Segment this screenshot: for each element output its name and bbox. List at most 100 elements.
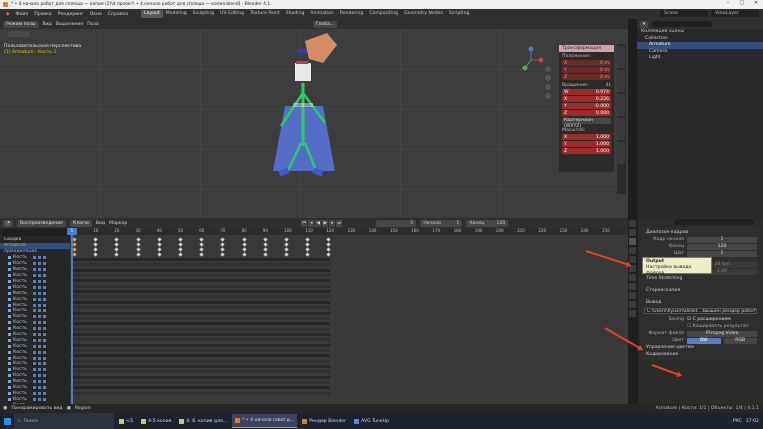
- keyframe[interactable]: [220, 237, 226, 242]
- keyframe[interactable]: [199, 247, 204, 252]
- menu-window[interactable]: Окно: [87, 12, 105, 17]
- keyframe-track[interactable]: [70, 354, 330, 358]
- scale-x-field[interactable]: X 1.000: [562, 134, 611, 140]
- taskbar-app[interactable]: 4-5 копия: [138, 414, 174, 428]
- sidebar-tab-extra[interactable]: [617, 118, 625, 140]
- keyframe[interactable]: [114, 247, 120, 252]
- tab-geometry-nodes[interactable]: Geometry Nodes: [401, 10, 446, 18]
- rotation-y-field[interactable]: Y -0.000: [562, 103, 611, 109]
- keyframe[interactable]: [326, 247, 332, 252]
- scene-selector[interactable]: Scene: [660, 10, 708, 17]
- tab-scripting[interactable]: Scripting: [446, 10, 472, 18]
- keyframe[interactable]: [72, 247, 77, 252]
- frame-range-title[interactable]: Диапазон кадров: [644, 229, 757, 236]
- data-tab-icon[interactable]: [629, 310, 636, 317]
- close-button[interactable]: ✕: [749, 0, 763, 6]
- keyframe-track[interactable]: [70, 391, 330, 395]
- view-layer-tab-icon[interactable]: [629, 247, 636, 254]
- timeline-menu-keys[interactable]: Ключи: [70, 219, 92, 227]
- cache-result-checkbox[interactable]: ☐ Кэшировать результат: [687, 324, 748, 329]
- maximize-button[interactable]: □: [735, 0, 749, 6]
- pan-icon[interactable]: [545, 75, 551, 81]
- keyframe-track[interactable]: [70, 279, 330, 283]
- channel-search-input[interactable]: [2, 229, 68, 236]
- keyframe-track[interactable]: [70, 290, 330, 294]
- rotation-mode-dropdown[interactable]: Кватернион (WXYZ): [562, 118, 611, 129]
- timeline-menu-playback[interactable]: Воспроизведение: [17, 219, 67, 227]
- keyframe[interactable]: [305, 237, 310, 242]
- output-path-input[interactable]: C:\Users\Ilyusm\Deskt...звышен рендер ро…: [644, 308, 757, 314]
- keyframe-track[interactable]: [70, 381, 330, 385]
- keyframe[interactable]: [199, 242, 204, 247]
- menu-help[interactable]: Справка: [105, 12, 131, 17]
- keyframe[interactable]: [305, 242, 310, 247]
- taskbar-app[interactable]: Рендер Blender: [299, 414, 349, 428]
- scale-z-field[interactable]: Z 1.000: [562, 148, 611, 154]
- render-tab-icon[interactable]: [629, 229, 636, 236]
- playhead-frame-label[interactable]: 1: [67, 228, 77, 235]
- keyframe[interactable]: [263, 252, 268, 257]
- outliner-search-input[interactable]: [652, 21, 713, 27]
- keyframe-track[interactable]: [70, 348, 330, 352]
- keyframe-track[interactable]: [70, 338, 330, 342]
- keyframe[interactable]: [157, 242, 162, 247]
- keyframe[interactable]: [263, 242, 268, 247]
- keyframe-track[interactable]: [70, 311, 330, 315]
- keyframe[interactable]: [72, 252, 77, 257]
- keyframe[interactable]: [220, 252, 226, 257]
- frame-end-field[interactable]: Конец 120: [466, 219, 509, 227]
- output-tab-icon[interactable]: [629, 238, 636, 245]
- keyframe[interactable]: [326, 242, 332, 247]
- keyframe[interactable]: [157, 247, 162, 252]
- tray-clock[interactable]: 17:02: [746, 419, 759, 424]
- keyframe[interactable]: [220, 247, 226, 252]
- outliner-display-mode[interactable]: ▾: [640, 20, 649, 28]
- keyframe[interactable]: [326, 237, 332, 242]
- keyframe[interactable]: [114, 252, 120, 257]
- sidebar-tab-view[interactable]: [617, 94, 625, 116]
- output-title[interactable]: Вывод: [644, 299, 757, 306]
- sidebar-tab-extra-2[interactable]: [617, 142, 625, 164]
- navigation-gizmo[interactable]: [517, 46, 545, 74]
- rotation-w-field[interactable]: W 0.974: [562, 89, 611, 95]
- keyframe[interactable]: [93, 242, 98, 247]
- viewport-menu-select[interactable]: Выделение: [56, 22, 83, 27]
- prev-key-button[interactable]: ◂: [308, 219, 315, 227]
- tab-layout[interactable]: Layout: [141, 10, 163, 18]
- keyframe-track[interactable]: [70, 258, 330, 261]
- stereoscopy-title[interactable]: Стереоскопия: [644, 287, 757, 294]
- tab-compositing[interactable]: Compositing: [366, 10, 401, 18]
- keyframe[interactable]: [199, 237, 204, 242]
- timeline-menu-marker[interactable]: Маркер: [109, 221, 127, 226]
- keyframe-track[interactable]: [70, 284, 330, 288]
- keyframe-track[interactable]: [70, 263, 330, 267]
- mode-selector[interactable]: Режим позы: [3, 20, 39, 28]
- menu-file[interactable]: Файл: [13, 12, 32, 17]
- keyframe-track[interactable]: [70, 322, 330, 326]
- tab-animation[interactable]: Animation: [307, 10, 336, 18]
- file-extensions-checkbox[interactable]: ☑ С расширением: [687, 317, 731, 322]
- tab-uv-editing[interactable]: UV Editing: [217, 10, 247, 18]
- keyframe[interactable]: [178, 252, 183, 257]
- keyframe-track[interactable]: [70, 359, 330, 363]
- taskbar-search[interactable]: ⌕ Поиск: [14, 413, 114, 429]
- keyframe[interactable]: [114, 242, 120, 247]
- taskbar-app-blender[interactable]: * • 4 начало robot д...: [232, 414, 298, 428]
- keyframe[interactable]: [284, 247, 289, 252]
- keyframe-track[interactable]: [70, 268, 330, 272]
- keyframe[interactable]: [135, 252, 141, 257]
- dopesheet-area[interactable]: [70, 228, 628, 404]
- viewport-menu-view[interactable]: Вид: [43, 22, 52, 27]
- encoding-title[interactable]: Кодирование: [644, 351, 757, 358]
- start-button[interactable]: [0, 413, 14, 429]
- color-rgb-button[interactable]: RGB: [723, 337, 757, 344]
- sidebar-tab-tool[interactable]: [617, 70, 625, 92]
- robot-armature-model[interactable]: [265, 31, 345, 191]
- keyframe[interactable]: [284, 252, 289, 257]
- menu-render[interactable]: Рендеринг: [55, 12, 87, 17]
- playhead[interactable]: [71, 228, 73, 404]
- keyframe[interactable]: [178, 242, 183, 247]
- scale-y-field[interactable]: Y 1.000: [562, 141, 611, 147]
- zoom-icon[interactable]: [545, 66, 551, 72]
- play-button[interactable]: ▶: [322, 219, 329, 227]
